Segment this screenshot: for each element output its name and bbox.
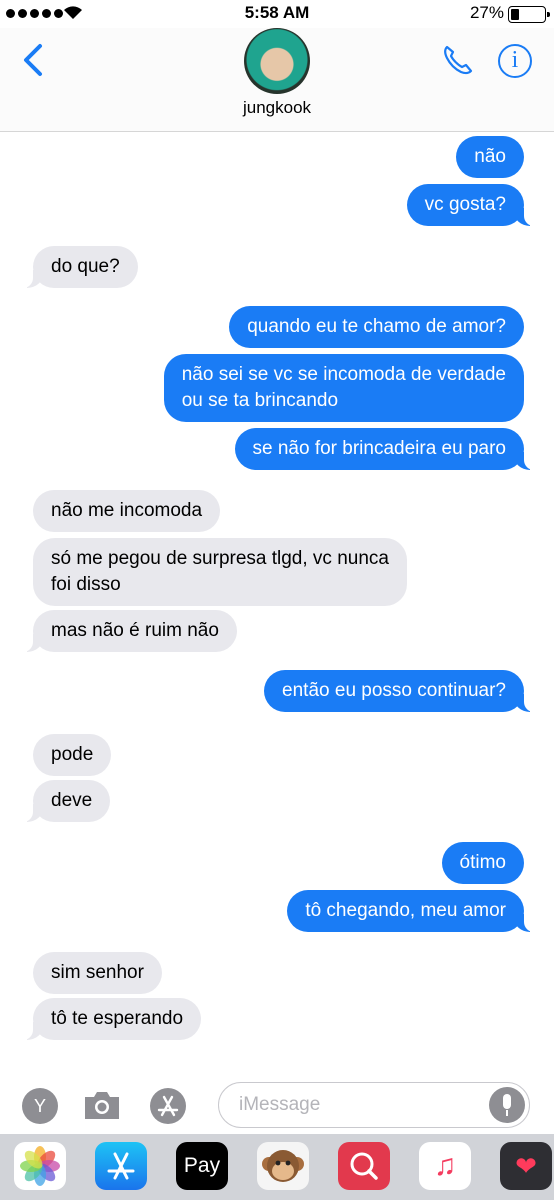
incoming-message[interactable]: sim senhor [33,952,162,994]
outgoing-message[interactable]: vc gosta? [406,184,545,226]
outgoing-message[interactable]: quando eu te chamo de amor? [229,306,524,348]
contact-avatar[interactable] [244,28,310,94]
photos-app-icon[interactable] [14,1142,66,1190]
animoji-monkey-icon[interactable] [257,1142,309,1190]
contact-name[interactable]: jungkook [0,98,554,118]
incoming-message[interactable]: pode [33,734,112,776]
incoming-message[interactable]: do que? [13,246,138,288]
battery-icon [508,6,550,23]
microphone-icon[interactable] [489,1087,525,1123]
compose-bar: Y iMessage [0,1076,554,1134]
incoming-message[interactable]: tô te esperando [12,998,202,1040]
music-app-icon[interactable]: ♫ [419,1142,471,1190]
back-chevron-icon[interactable] [18,42,48,78]
incoming-message[interactable]: deve [12,780,111,822]
status-bar: 5:58 AM 27% [0,0,554,28]
app-store-glyph-icon [157,1095,179,1117]
apple-pay-app-icon[interactable]: Pay [176,1142,228,1190]
y-app-button[interactable]: Y [22,1088,58,1124]
message-input-placeholder: iMessage [239,1094,321,1115]
outgoing-message[interactable]: se não for brincadeira eu paro [234,428,544,470]
message-input[interactable]: iMessage [218,1082,530,1128]
app-store-icon[interactable] [150,1088,186,1124]
camera-icon[interactable] [82,1088,122,1122]
web-images-search-icon[interactable] [338,1142,390,1190]
imessage-app-drawer: Pay ♫ ❤ [0,1134,554,1200]
digital-touch-heart-icon[interactable]: ❤ [500,1142,552,1190]
outgoing-message[interactable]: tô chegando, meu amor [287,890,544,932]
outgoing-message[interactable]: então eu posso continuar? [264,670,544,712]
battery-percentage: 27% [469,3,504,22]
phone-icon[interactable] [440,42,476,78]
incoming-message[interactable]: mas não é ruim não [13,610,237,652]
outgoing-message[interactable]: não [456,136,524,178]
incoming-message[interactable]: não me incomoda [33,490,221,532]
app-store-app-icon[interactable] [95,1142,147,1190]
message-thread[interactable]: não vc gosta? do que? quando eu te chamo… [0,132,554,1076]
outgoing-message[interactable]: não sei se vc se incomoda de verdade ou … [163,354,524,422]
conversation-header: jungkook i [0,28,554,132]
outgoing-message[interactable]: ótimo [441,842,524,884]
incoming-message[interactable]: só me pegou de surpresa tlgd, vc nunca f… [33,538,407,606]
info-icon[interactable]: i [498,44,532,78]
